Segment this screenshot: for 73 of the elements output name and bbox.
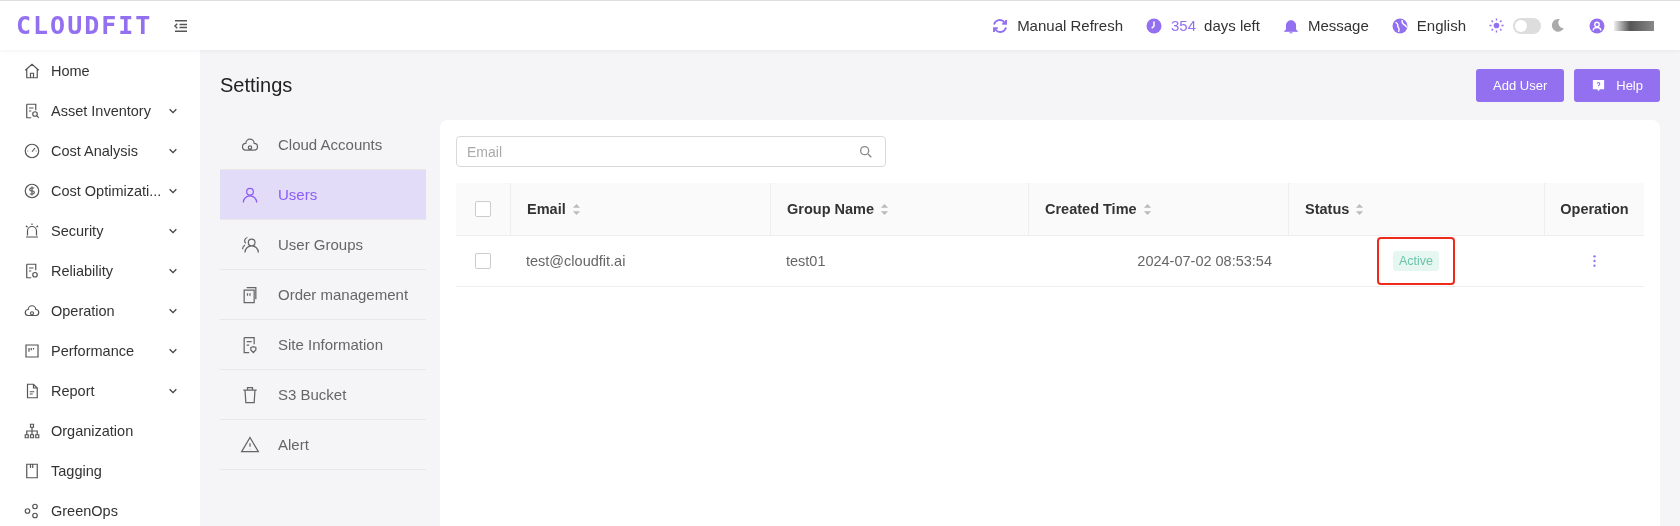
add-user-button[interactable]: Add User xyxy=(1476,68,1565,102)
days-count: 354 xyxy=(1171,17,1197,34)
help-icon xyxy=(1591,77,1607,93)
user-avatar-icon[interactable] xyxy=(1588,16,1606,35)
moon-icon xyxy=(1549,17,1566,34)
chevron-down-icon xyxy=(168,386,178,396)
select-all-checkbox[interactable] xyxy=(475,201,491,217)
column-header: Operation xyxy=(1560,201,1629,217)
sidebar-item[interactable]: Reliability xyxy=(0,251,200,291)
more-options-icon[interactable] xyxy=(1591,254,1597,268)
page-title: Settings xyxy=(220,73,293,97)
chevron-down-icon xyxy=(168,226,178,236)
table-cell: test@cloudfit.ai xyxy=(526,253,626,269)
search-field[interactable]: Email xyxy=(456,136,886,167)
chevron-down-icon xyxy=(168,306,178,316)
sidebar-item[interactable]: Tagging xyxy=(0,451,200,491)
status-tag: Active xyxy=(1392,251,1439,271)
hierarchy-icon xyxy=(23,422,41,440)
column-header: Email xyxy=(527,201,566,217)
chevron-down-icon xyxy=(168,106,178,116)
sort-icon[interactable] xyxy=(1142,202,1152,216)
alarm-icon xyxy=(23,222,41,240)
warning-icon xyxy=(240,434,260,455)
column-header: Status xyxy=(1305,201,1350,217)
settings-menu-item[interactable]: User Groups xyxy=(220,220,426,270)
document-search-icon xyxy=(23,102,41,120)
logo: CLOUDFIT xyxy=(16,11,153,40)
chevron-down-icon xyxy=(168,146,178,156)
users-icon xyxy=(240,234,260,255)
chevron-down-icon xyxy=(168,186,178,196)
circles-icon xyxy=(23,502,41,520)
sidebar-item[interactable]: Cost Optimizati... xyxy=(0,171,200,211)
trash-icon xyxy=(240,384,260,405)
language-button[interactable]: English xyxy=(1390,16,1466,35)
sidebar-item[interactable]: Cost Analysis xyxy=(0,131,200,171)
globe-icon xyxy=(1390,16,1409,35)
settings-menu-item[interactable]: Order management xyxy=(220,270,426,320)
settings-menu-item[interactable]: Site Information xyxy=(220,320,426,370)
sidebar-item[interactable]: Security xyxy=(0,211,200,251)
sort-icon[interactable] xyxy=(1355,202,1365,216)
sort-icon[interactable] xyxy=(571,202,581,216)
column-header: Created Time xyxy=(1045,201,1137,217)
document-clock-icon xyxy=(23,262,41,280)
bookmark-icon xyxy=(23,462,41,480)
sidebar-item[interactable]: GreenOps xyxy=(0,491,200,526)
gauge-icon xyxy=(23,142,41,160)
chevron-down-icon xyxy=(168,266,178,276)
clock-icon xyxy=(1145,16,1163,35)
redaction-bar xyxy=(1614,20,1654,31)
column-header: Group Name xyxy=(787,201,874,217)
sidebar-item[interactable]: Home xyxy=(0,51,200,91)
help-button[interactable]: Help xyxy=(1574,68,1660,102)
sidebar-item[interactable]: Asset Inventory xyxy=(0,91,200,131)
theme-toggle[interactable] xyxy=(1513,17,1541,34)
table-cell: test01 xyxy=(786,253,826,269)
settings-menu-item[interactable]: S3 Bucket xyxy=(220,370,426,420)
chevron-down-icon xyxy=(168,346,178,356)
chart-board-icon xyxy=(23,342,41,360)
message-button[interactable]: Message xyxy=(1281,16,1369,35)
home-icon xyxy=(23,62,41,80)
row-checkbox[interactable] xyxy=(475,253,491,269)
search-icon xyxy=(858,144,874,160)
sidebar-item[interactable]: Performance xyxy=(0,331,200,371)
sort-icon[interactable] xyxy=(880,202,889,216)
sidebar-item[interactable]: Organization xyxy=(0,411,200,451)
refresh-icon xyxy=(991,16,1010,35)
manual-refresh-button[interactable]: Manual Refresh xyxy=(991,16,1123,35)
sidebar-item[interactable]: Operation xyxy=(0,291,200,331)
sun-icon xyxy=(1488,17,1505,34)
table-cell: 2024-07-02 08:53:54 xyxy=(1137,253,1272,269)
sidebar-item[interactable]: Report xyxy=(0,371,200,411)
days-left-label: days left xyxy=(1204,17,1260,34)
settings-menu-item[interactable]: Alert xyxy=(220,420,426,470)
